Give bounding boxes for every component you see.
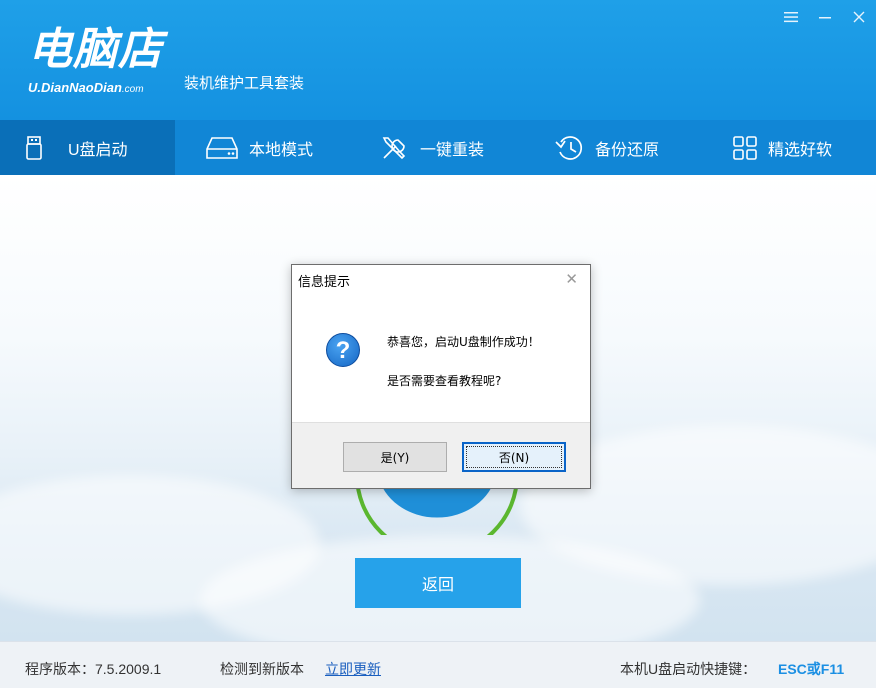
status-bar: 程序版本：7.5.2009.1 检测到新版本 立即更新 本机U盘启动快捷键： E… bbox=[0, 641, 876, 688]
update-now-link[interactable]: 立即更新 bbox=[325, 659, 381, 679]
hard-disk-icon bbox=[206, 136, 238, 159]
hotkey-label: 本机U盘启动快捷键： bbox=[620, 661, 757, 677]
new-version-label: 检测到新版本 bbox=[220, 661, 304, 677]
nav-label: 本地模式 bbox=[249, 141, 314, 159]
info-dialog: 信息提示 ✕ ? 恭喜您，启动U盘制作成功！ 是否需要查看教程呢? 是(Y) 否… bbox=[291, 264, 591, 489]
app-subtitle: 装机维护工具套装 bbox=[184, 75, 305, 92]
hotkey-value: ESC或F11 bbox=[778, 661, 845, 677]
question-icon: ? bbox=[326, 333, 360, 367]
yes-button[interactable]: 是(Y) bbox=[343, 442, 447, 472]
logo-url: U.DianNaoDian.com bbox=[28, 80, 144, 95]
main-nav: U盘启动 本地模式 一键重装 备份还原 精选好软 bbox=[0, 120, 876, 175]
version-label: 程序版本：7.5.2009.1 bbox=[25, 661, 162, 677]
dialog-question: 是否需要查看教程呢? bbox=[387, 374, 502, 388]
nav-item-one-click-reinstall[interactable]: 一键重装 bbox=[350, 120, 525, 175]
dialog-close-icon[interactable]: ✕ bbox=[565, 270, 578, 288]
back-button[interactable]: 返回 bbox=[355, 558, 521, 608]
nav-label: 精选好软 bbox=[768, 141, 833, 159]
dialog-message: 恭喜您，启动U盘制作成功！ bbox=[387, 335, 540, 349]
nav-item-local-mode[interactable]: 本地模式 bbox=[175, 120, 350, 175]
menu-icon[interactable] bbox=[780, 8, 802, 30]
restore-clock-icon bbox=[555, 135, 583, 160]
nav-item-usb-boot[interactable]: U盘启动 bbox=[0, 120, 175, 175]
app-header: 电脑店 U.DianNaoDian.com 装机维护工具套装 bbox=[0, 0, 876, 120]
nav-label: 备份还原 bbox=[595, 141, 660, 159]
logo-text: 电脑店 bbox=[28, 24, 163, 75]
no-button[interactable]: 否(N) bbox=[462, 442, 566, 472]
usb-drive-icon bbox=[26, 135, 42, 160]
dialog-title: 信息提示 bbox=[298, 275, 351, 290]
apps-grid-icon bbox=[733, 135, 757, 160]
minimize-icon[interactable] bbox=[814, 8, 836, 30]
nav-item-backup-restore[interactable]: 备份还原 bbox=[525, 120, 700, 175]
dialog-button-bar: 是(Y) 否(N) bbox=[292, 422, 590, 488]
nav-label: U盘启动 bbox=[68, 141, 128, 159]
tools-icon bbox=[382, 136, 406, 159]
nav-item-featured-software[interactable]: 精选好软 bbox=[700, 120, 876, 175]
nav-label: 一键重装 bbox=[420, 141, 485, 159]
close-icon[interactable] bbox=[848, 8, 870, 30]
